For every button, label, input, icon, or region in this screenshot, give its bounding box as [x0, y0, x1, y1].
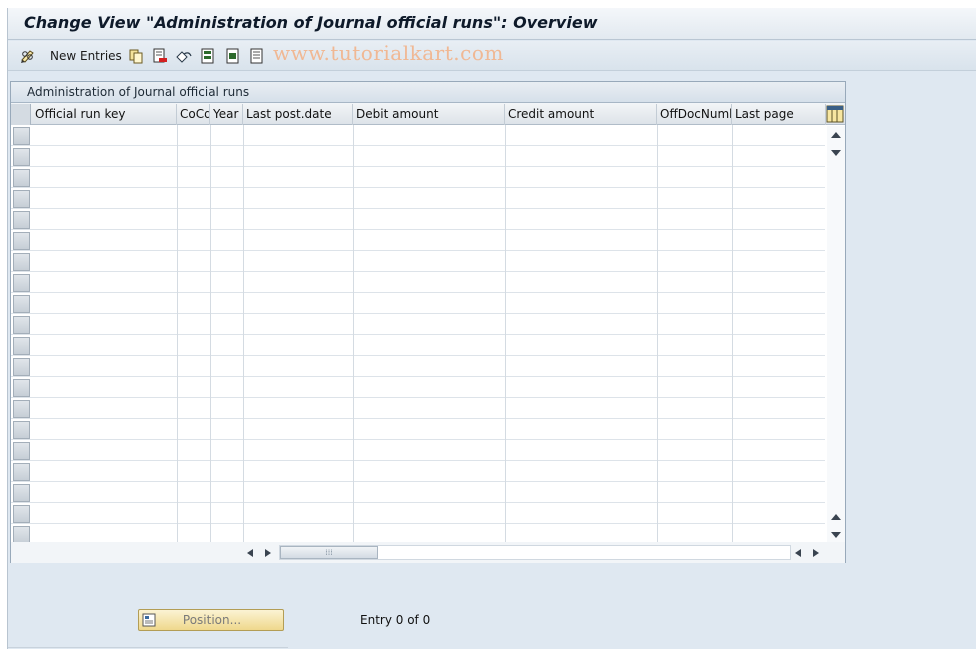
vertical-scrollbar[interactable]	[827, 126, 845, 542]
table-row[interactable]	[11, 167, 825, 188]
undo-icon	[176, 48, 192, 64]
new-entries-button[interactable]: New Entries	[20, 46, 122, 66]
column-divider	[210, 125, 211, 542]
row-selector[interactable]	[13, 316, 30, 334]
table-row[interactable]	[11, 356, 825, 377]
scroll-right-icon[interactable]	[265, 549, 271, 557]
column-divider	[505, 125, 506, 542]
table-row[interactable]	[11, 482, 825, 503]
position-button[interactable]: Position...	[138, 609, 284, 631]
row-selector[interactable]	[13, 505, 30, 523]
column-divider	[243, 125, 244, 542]
copy-icon	[128, 48, 144, 64]
select-all-icon	[200, 48, 216, 64]
row-selector[interactable]	[13, 295, 30, 313]
table-caption: Administration of Journal official runs	[11, 82, 845, 103]
column-header-official-run-key[interactable]: Official run key	[32, 104, 177, 125]
column-header-year[interactable]: Year	[210, 104, 243, 125]
column-config-icon[interactable]	[826, 105, 844, 123]
table-row[interactable]	[11, 146, 825, 167]
row-selector[interactable]	[13, 169, 30, 187]
row-selector[interactable]	[13, 253, 30, 271]
position-button-label: Position...	[182, 613, 242, 627]
row-selector[interactable]	[13, 358, 30, 376]
horizontal-scrollbar-track[interactable]: ⁞⁞⁞	[279, 545, 791, 560]
table-header: Official run key CoCd Year Last post.dat…	[11, 104, 845, 125]
scroll-page-down-icon[interactable]	[831, 150, 841, 156]
row-selector[interactable]	[13, 190, 30, 208]
scroll-right-end-icon[interactable]	[813, 549, 819, 557]
table-row[interactable]	[11, 335, 825, 356]
table-row[interactable]	[11, 272, 825, 293]
column-header-cocd[interactable]: CoCd	[177, 104, 210, 125]
column-header-offdocnumb[interactable]: OffDocNumb	[657, 104, 732, 125]
table-row[interactable]	[11, 398, 825, 419]
undo-button[interactable]	[176, 46, 192, 66]
column-divider	[732, 125, 733, 542]
table-row[interactable]	[11, 377, 825, 398]
column-divider	[353, 125, 354, 542]
column-header-last-page[interactable]: Last page	[732, 104, 826, 125]
page-title: Change View "Administration of Journal o…	[24, 13, 598, 32]
watermark: www.tutorialkart.com	[273, 41, 504, 65]
sap-window: Change View "Administration of Journal o…	[7, 8, 976, 649]
deselect-all-icon	[249, 48, 265, 64]
horizontal-scroll-area: ⁞⁞⁞	[11, 542, 845, 563]
column-header-last-post-date[interactable]: Last post.date	[243, 104, 353, 125]
table-row[interactable]	[11, 251, 825, 272]
application-toolbar: New Entries www.tutorialkart.com	[8, 41, 976, 71]
row-selector[interactable]	[13, 127, 30, 145]
row-selector[interactable]	[13, 211, 30, 229]
row-selector[interactable]	[13, 484, 30, 502]
column-divider	[657, 125, 658, 542]
row-selector[interactable]	[13, 232, 30, 250]
horizontal-scrollbar-thumb[interactable]: ⁞⁞⁞	[280, 546, 378, 559]
row-selector[interactable]	[13, 148, 30, 166]
row-selector[interactable]	[13, 421, 30, 439]
table-row[interactable]	[11, 314, 825, 335]
row-selector[interactable]	[13, 400, 30, 418]
new-entries-label: New Entries	[50, 49, 122, 63]
delete-button[interactable]	[152, 46, 168, 66]
scroll-up-icon[interactable]	[831, 132, 841, 138]
row-selector[interactable]	[13, 337, 30, 355]
select-all-rows-handle[interactable]	[11, 104, 31, 125]
delete-icon	[152, 48, 168, 64]
scroll-down-icon[interactable]	[831, 532, 841, 538]
scroll-page-up-icon[interactable]	[831, 514, 841, 520]
column-divider	[177, 125, 178, 542]
title-bar: Change View "Administration of Journal o…	[8, 8, 976, 40]
row-selector[interactable]	[13, 442, 30, 460]
edit-glasses-icon	[20, 48, 36, 64]
scroll-left-end-icon[interactable]	[795, 549, 801, 557]
select-block-icon	[225, 48, 241, 64]
row-selector[interactable]	[13, 379, 30, 397]
table-caption-text: Administration of Journal official runs	[27, 85, 250, 99]
row-selector[interactable]	[13, 463, 30, 481]
select-all-button[interactable]	[200, 46, 216, 66]
table-grid: Official run key CoCd Year Last post.dat…	[11, 104, 845, 545]
table-row[interactable]	[11, 440, 825, 461]
column-header-debit-amount[interactable]: Debit amount	[353, 104, 505, 125]
table-control: Administration of Journal official runs …	[10, 81, 846, 563]
table-row[interactable]	[11, 230, 825, 251]
table-row[interactable]	[11, 461, 825, 482]
table-row[interactable]	[11, 125, 825, 146]
deselect-all-button[interactable]	[249, 46, 265, 66]
table-row[interactable]	[11, 188, 825, 209]
entry-count-label: Entry 0 of 0	[360, 613, 431, 627]
table-row[interactable]	[11, 293, 825, 314]
column-header-credit-amount[interactable]: Credit amount	[505, 104, 657, 125]
table-row[interactable]	[11, 503, 825, 524]
table-row[interactable]	[11, 209, 825, 230]
select-block-button[interactable]	[225, 46, 241, 66]
table-row[interactable]	[11, 419, 825, 440]
row-selector[interactable]	[13, 274, 30, 292]
copy-button[interactable]	[128, 46, 144, 66]
scroll-left-icon[interactable]	[247, 549, 253, 557]
divider	[8, 647, 288, 648]
